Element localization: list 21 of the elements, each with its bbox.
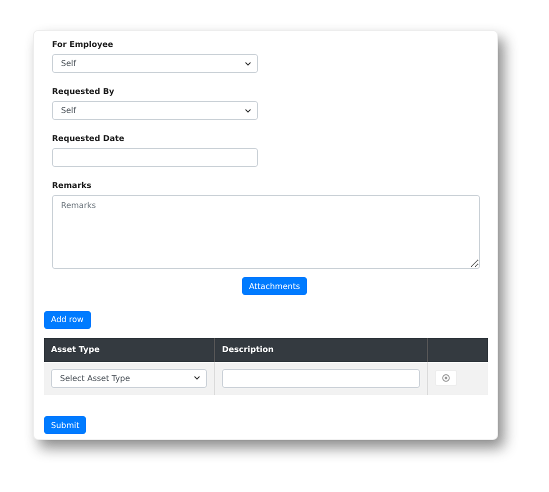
submit-button[interactable]: Submit bbox=[44, 416, 86, 434]
asset-type-select[interactable]: Select Asset Type bbox=[51, 368, 207, 388]
header-cell bbox=[428, 338, 488, 362]
remarks-field[interactable]: Remarks bbox=[52, 195, 480, 269]
select-field[interactable]: Self bbox=[52, 54, 258, 73]
caret-icon bbox=[245, 62, 251, 66]
date-field[interactable] bbox=[52, 148, 258, 167]
field-label: Requested By bbox=[52, 87, 116, 96]
caret-icon bbox=[194, 376, 200, 380]
column-header: Description bbox=[215, 338, 428, 362]
description-field[interactable] bbox=[222, 368, 420, 388]
add-row-button[interactable]: Add row bbox=[44, 310, 91, 328]
close-icon bbox=[442, 374, 450, 382]
select-field[interactable]: Self bbox=[52, 101, 258, 120]
caret-icon bbox=[245, 108, 251, 112]
delete-row-button[interactable] bbox=[435, 370, 457, 386]
attachments-button[interactable]: Attachments bbox=[242, 277, 308, 295]
field-label: Requested Date bbox=[52, 134, 126, 143]
column-header: Asset Type bbox=[44, 338, 215, 362]
field-label: For Employee bbox=[52, 40, 114, 49]
field-label: Remarks bbox=[52, 181, 92, 190]
